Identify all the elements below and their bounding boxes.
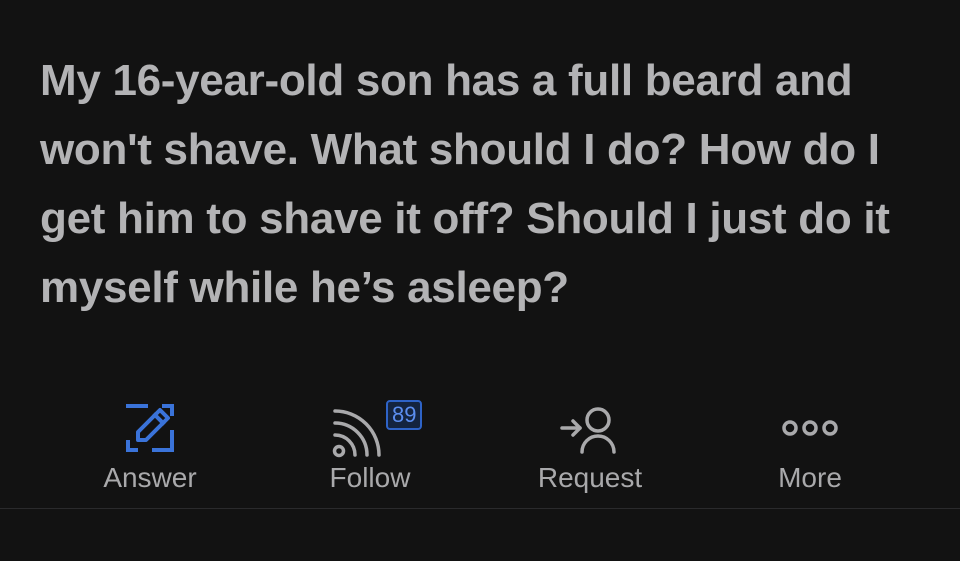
edit-icon <box>126 404 174 452</box>
follow-icon-wrap: 89 <box>330 398 423 458</box>
more-icon-wrap <box>770 398 850 458</box>
answer-icon-wrap <box>110 398 190 458</box>
more-button[interactable]: More <box>700 398 920 502</box>
more-label: More <box>778 462 842 493</box>
request-user-icon <box>560 407 616 454</box>
question-title[interactable]: My 16-year-old son has a full beard and … <box>40 46 930 322</box>
answer-button[interactable]: Answer <box>40 398 260 502</box>
follow-count-badge: 89 <box>386 400 423 430</box>
follow-label: Follow <box>329 462 411 493</box>
request-icon-wrap <box>550 398 630 458</box>
rss-feed-icon <box>332 409 381 458</box>
section-divider <box>0 508 960 509</box>
action-bar: Answer 89 Follow Request More <box>40 398 920 502</box>
request-label: Request <box>537 462 643 493</box>
request-button[interactable]: Request <box>480 398 700 502</box>
more-dots-icon <box>782 420 838 436</box>
follow-button[interactable]: 89 Follow <box>260 398 480 502</box>
answer-label: Answer <box>103 462 197 493</box>
